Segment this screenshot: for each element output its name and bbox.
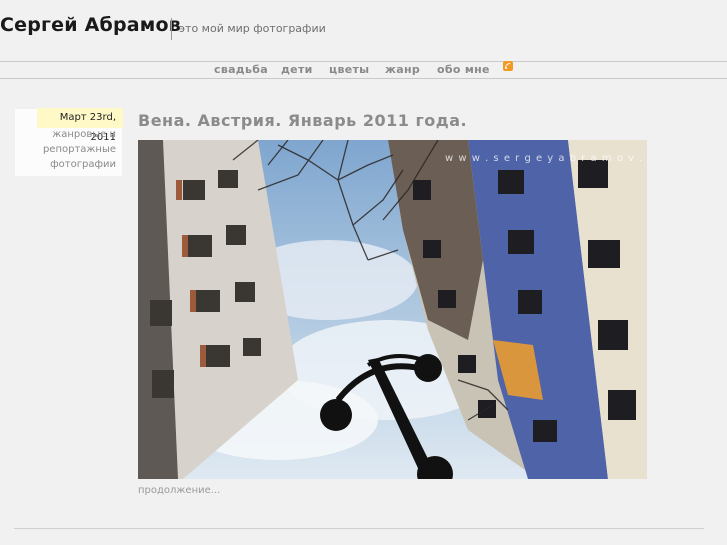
nav-item-about[interactable]: обо мне: [437, 63, 490, 76]
category-line[interactable]: фотографии: [16, 157, 116, 172]
post-categories[interactable]: жанровые и репортажные фотографии: [16, 127, 116, 172]
post-photo[interactable]: w w w . s e r g e y a b r a m o v . c o …: [138, 140, 647, 479]
post-title[interactable]: Вена. Австрия. Январь 2011 года.: [138, 111, 467, 130]
post-date: Март 23rd, 2011: [37, 108, 123, 143]
category-line[interactable]: жанровые и: [16, 127, 116, 142]
title-separator: [171, 18, 172, 40]
vienna-hundertwasser-photo: w w w . s e r g e y a b r a m o v . c o …: [138, 140, 647, 479]
nav-top-border: [0, 61, 727, 62]
site-tagline: это мой мир фотографии: [179, 22, 326, 35]
read-more-link[interactable]: продолжение...: [138, 485, 220, 496]
nav-item-wedding[interactable]: свадьба: [214, 63, 268, 76]
rss-icon[interactable]: [503, 61, 513, 71]
watermark: w w w . s e r g e y a b r a m o v . c o …: [445, 153, 647, 164]
nav-item-flowers[interactable]: цветы: [329, 63, 369, 76]
nav-item-genre[interactable]: жанр: [385, 63, 420, 76]
nav-item-kids[interactable]: дети: [281, 63, 313, 76]
category-line[interactable]: репортажные: [16, 142, 116, 157]
main-nav: свадьба дети цветы жанр обо мне: [0, 63, 727, 77]
nav-bottom-border: [0, 78, 727, 79]
site-title[interactable]: Сергей Абрамов: [0, 14, 181, 36]
footer-divider: [14, 528, 704, 529]
post-meta: Март 23rd, 2011 жанровые и репортажные ф…: [14, 108, 123, 177]
